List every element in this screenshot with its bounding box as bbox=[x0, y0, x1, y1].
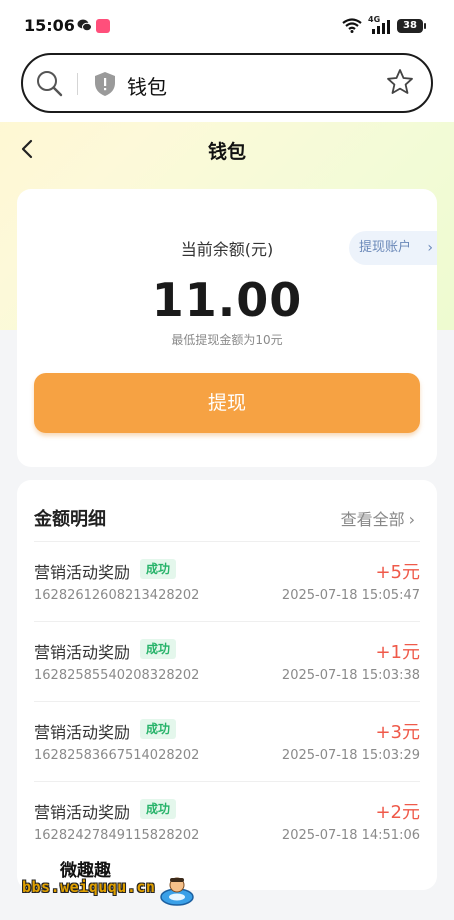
withdraw-button[interactable]: 提现 bbox=[34, 373, 420, 433]
transaction-date: 2025-07-18 14:51:06 bbox=[281, 828, 420, 843]
transaction-id: 16282612608213428202 bbox=[34, 588, 200, 603]
battery-icon: 38 bbox=[397, 19, 426, 33]
transaction-id: 16282585540208328202 bbox=[34, 668, 200, 683]
transaction-amount: +1元 bbox=[375, 642, 420, 663]
status-badge: 成功 bbox=[140, 719, 177, 739]
transaction-amount: +3元 bbox=[375, 722, 420, 743]
search-query[interactable]: 钱包 bbox=[127, 71, 167, 100]
transaction-row[interactable]: 营销活动奖励 成功 16282585540208328202 +1元 2025-… bbox=[34, 622, 420, 702]
transaction-amount: +5元 bbox=[375, 562, 420, 583]
transaction-date: 2025-07-18 15:03:38 bbox=[281, 668, 420, 683]
wifi-icon bbox=[342, 18, 362, 33]
transaction-row[interactable]: 营销活动奖励 成功 16282583667514028202 +3元 2025-… bbox=[34, 702, 420, 782]
transaction-row[interactable]: 营销活动奖励 成功 16282427849115828202 +2元 2025-… bbox=[34, 782, 420, 862]
watermark-logo: 微趣趣 bbs.weiququ.cn bbox=[22, 856, 197, 912]
search-icon[interactable] bbox=[35, 69, 65, 99]
balance-amount: 11.00 bbox=[151, 273, 303, 327]
withdraw-account-label: 提现账户 bbox=[359, 240, 412, 255]
transaction-name: 营销活动奖励 bbox=[34, 803, 131, 822]
transaction-date: 2025-07-18 15:05:47 bbox=[281, 588, 420, 603]
status-badge: 成功 bbox=[140, 639, 177, 659]
transaction-amount: +2元 bbox=[375, 802, 420, 823]
watermark-url: bbs.weiququ.cn bbox=[22, 878, 156, 896]
transaction-name: 营销活动奖励 bbox=[34, 723, 131, 742]
view-all-label: 查看全部 bbox=[340, 510, 405, 529]
transaction-row[interactable]: 营销活动奖励 成功 16282612608213428202 +5元 2025-… bbox=[34, 542, 420, 622]
star-icon[interactable] bbox=[385, 67, 415, 97]
search-bar[interactable]: 钱包 bbox=[21, 53, 433, 113]
shield-icon bbox=[95, 72, 115, 96]
status-time: 15:06 bbox=[24, 16, 75, 35]
status-badge: 成功 bbox=[140, 799, 177, 819]
status-badge: 成功 bbox=[140, 559, 177, 579]
transaction-id: 16282583667514028202 bbox=[34, 748, 200, 763]
transaction-name: 营销活动奖励 bbox=[34, 563, 131, 582]
chevron-right-icon: › bbox=[427, 240, 433, 256]
wechat-icon bbox=[77, 19, 92, 32]
page-title: 钱包 bbox=[207, 141, 246, 163]
transaction-name: 营销活动奖励 bbox=[34, 643, 131, 662]
details-title: 金额明细 bbox=[34, 509, 106, 530]
signal-icon bbox=[372, 20, 390, 34]
transaction-date: 2025-07-18 15:03:29 bbox=[281, 748, 420, 763]
status-bar: 15:06 4G 38 bbox=[0, 0, 454, 50]
balance-card: 当前余额(元) 提现账户 › 11.00 最低提现金额为10元 提现 bbox=[17, 189, 437, 467]
app-notification-icon bbox=[96, 19, 110, 33]
transaction-details-card: 金额明细 查看全部 › 营销活动奖励 成功 1628261260821342820… bbox=[17, 480, 437, 890]
search-separator bbox=[77, 73, 78, 95]
swim-ring-icon bbox=[160, 877, 194, 906]
withdraw-account-button[interactable]: 提现账户 › bbox=[349, 231, 437, 265]
minimum-withdraw-note: 最低提现金额为10元 bbox=[171, 333, 283, 347]
chevron-right-icon: › bbox=[408, 510, 415, 529]
view-all-button[interactable]: 查看全部 › bbox=[341, 506, 415, 530]
transaction-id: 16282427849115828202 bbox=[34, 828, 200, 843]
